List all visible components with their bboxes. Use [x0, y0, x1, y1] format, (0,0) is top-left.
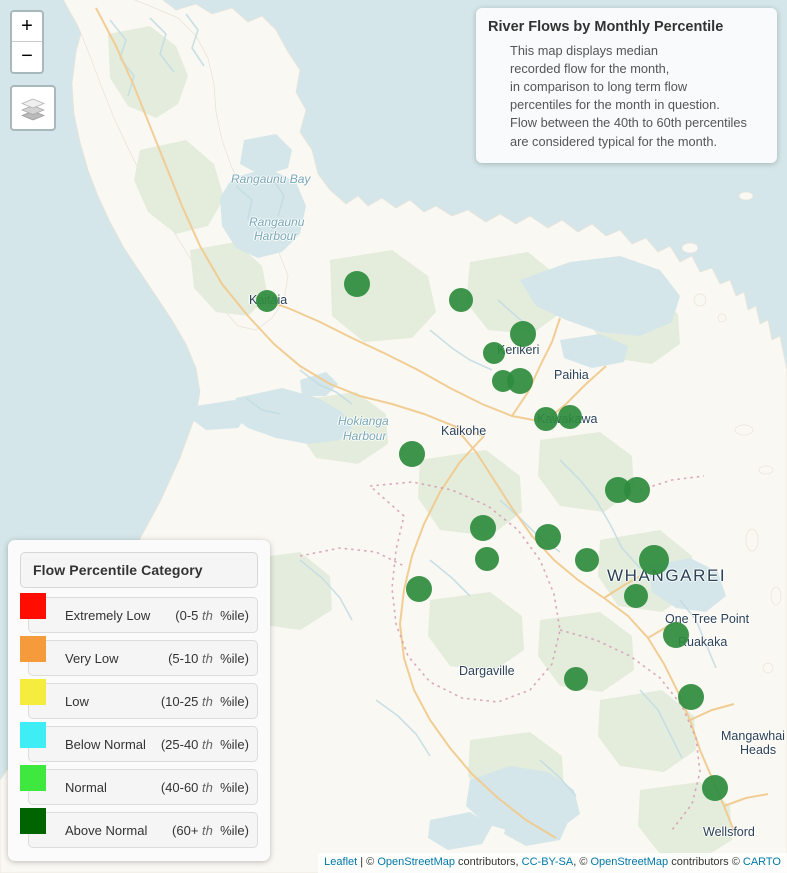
- legend-range-ordinal: th: [202, 822, 213, 838]
- legend-item-box: Extremely Low (0-5 th %ile): [28, 597, 258, 633]
- legend-range-value: (10-25: [160, 693, 203, 709]
- legend-item-box: Below Normal (25-40 th %ile): [28, 726, 258, 762]
- legend-item-box: Normal (40-60 th %ile): [28, 769, 258, 805]
- site-marker[interactable]: [624, 584, 648, 608]
- site-marker[interactable]: [564, 667, 588, 691]
- site-marker[interactable]: [470, 515, 496, 541]
- site-marker[interactable]: [702, 775, 728, 801]
- attribution-sep-2: , ©: [573, 856, 591, 869]
- legend-item-box: Low (10-25 th %ile): [28, 683, 258, 719]
- legend-range-ordinal: th: [202, 650, 213, 666]
- site-marker[interactable]: [406, 576, 432, 602]
- info-panel-body: This map displays median recorded flow fo…: [488, 42, 765, 151]
- site-marker[interactable]: [534, 407, 558, 431]
- legend-range-value: (40-60: [160, 779, 203, 795]
- legend-title: Flow Percentile Category: [33, 562, 203, 578]
- info-panel-line: recorded flow for the month,: [510, 61, 670, 76]
- legend-color-swatch: [20, 679, 46, 705]
- legend-range-unit: %ile): [212, 693, 249, 709]
- legend-row[interactable]: Below Normal (25-40 th %ile): [20, 722, 258, 765]
- site-marker[interactable]: [639, 545, 669, 575]
- zoom-in-button[interactable]: +: [12, 12, 42, 42]
- layers-icon: [21, 98, 45, 121]
- legend-item-range: (0-5 th %ile): [175, 608, 249, 623]
- leaflet-link[interactable]: Leaflet: [324, 856, 357, 868]
- legend-row[interactable]: Very Low (5-10 th %ile): [20, 636, 258, 679]
- legend-color-swatch: [20, 722, 46, 748]
- legend-range-ordinal: th: [202, 693, 213, 709]
- info-panel-line: This map displays median: [510, 42, 658, 58]
- legend-item-range: (60+ th %ile): [172, 823, 249, 838]
- legend-row[interactable]: Above Normal (60+ th %ile): [20, 808, 258, 851]
- layers-control-button[interactable]: [10, 85, 56, 131]
- carto-link[interactable]: CARTO: [743, 856, 781, 868]
- legend-range-ordinal: th: [202, 607, 213, 623]
- legend-color-swatch: [20, 808, 46, 834]
- site-marker[interactable]: [507, 368, 533, 394]
- legend-item-label: Normal: [65, 779, 107, 795]
- info-panel-line: percentiles for the month in question.: [510, 97, 720, 113]
- legend-range-unit: %ile): [212, 736, 249, 752]
- site-marker[interactable]: [663, 622, 689, 648]
- legend-row[interactable]: Normal (40-60 th %ile): [20, 765, 258, 808]
- info-panel-line: are considered typical for the month.: [510, 133, 717, 149]
- info-panel-line: Flow between the 40th to 60th percentile…: [510, 115, 747, 131]
- site-marker[interactable]: [483, 342, 505, 364]
- legend-item-label: Above Normal: [65, 822, 148, 838]
- legend-range-unit: %ile): [212, 779, 249, 795]
- info-panel: River Flows by Monthly Percentile This m…: [476, 8, 777, 163]
- site-marker[interactable]: [678, 684, 704, 710]
- site-marker[interactable]: [344, 271, 370, 297]
- map-attribution[interactable]: Leaflet | © OpenStreetMap contributors, …: [318, 853, 787, 873]
- legend-color-swatch: [20, 636, 46, 662]
- site-marker[interactable]: [256, 290, 278, 312]
- legend-rows: Extremely Low (0-5 th %ile) Very Low (5-10 …: [16, 593, 262, 851]
- legend-range-ordinal: th: [202, 779, 213, 795]
- legend-color-swatch: [20, 765, 46, 791]
- legend-panel: Flow Percentile Category Extremely Low (0…: [8, 540, 270, 861]
- attribution-sep-1: |: [357, 856, 367, 869]
- legend-item-label: Extremely Low: [65, 607, 151, 623]
- legend-range-unit: %ile): [212, 607, 249, 623]
- legend-item-label: Below Normal: [65, 736, 146, 752]
- legend-range-value: (5-10: [168, 650, 203, 666]
- legend-color-swatch: [20, 593, 46, 619]
- attribution-copy-1: ©: [366, 856, 378, 869]
- legend-item-range: (40-60 th %ile): [161, 780, 249, 795]
- cc-by-sa-link[interactable]: CC-BY-SA: [522, 856, 574, 868]
- legend-range-value: (25-40: [160, 736, 203, 752]
- legend-title-box: Flow Percentile Category: [20, 552, 258, 588]
- leaflet-map[interactable]: Rangaunu BayRangaunuHarbourKaitaiaKerike…: [0, 0, 787, 873]
- legend-range-value: (60+: [172, 822, 203, 838]
- legend-item-box: Very Low (5-10 th %ile): [28, 640, 258, 676]
- legend-row[interactable]: Extremely Low (0-5 th %ile): [20, 593, 258, 636]
- attribution-contrib-2: contributors ©: [668, 856, 743, 869]
- osm-link-2[interactable]: OpenStreetMap: [590, 856, 668, 868]
- legend-row[interactable]: Low (10-25 th %ile): [20, 679, 258, 722]
- legend-item-label: Low: [65, 693, 89, 709]
- site-marker[interactable]: [449, 288, 473, 312]
- zoom-out-button[interactable]: −: [12, 42, 42, 72]
- legend-item-range: (10-25 th %ile): [161, 694, 249, 709]
- legend-item-box: Above Normal (60+ th %ile): [28, 812, 258, 848]
- legend-range-unit: %ile): [212, 822, 249, 838]
- legend-item-range: (25-40 th %ile): [161, 737, 249, 752]
- site-marker[interactable]: [475, 547, 499, 571]
- site-marker[interactable]: [510, 321, 536, 347]
- info-panel-title: River Flows by Monthly Percentile: [488, 19, 724, 35]
- site-marker[interactable]: [558, 405, 582, 429]
- attribution-contrib-1: contributors,: [455, 856, 522, 869]
- site-marker[interactable]: [624, 477, 650, 503]
- zoom-control[interactable]: + −: [10, 10, 44, 74]
- legend-range-value: (0-5: [175, 607, 203, 623]
- site-marker[interactable]: [535, 524, 561, 550]
- site-marker[interactable]: [575, 548, 599, 572]
- legend-range-ordinal: th: [202, 736, 213, 752]
- legend-item-label: Very Low: [65, 650, 119, 666]
- legend-item-range: (5-10 th %ile): [168, 651, 249, 666]
- site-marker[interactable]: [399, 441, 425, 467]
- osm-link-1[interactable]: OpenStreetMap: [377, 856, 455, 868]
- info-panel-line: in comparison to long term flow: [510, 79, 688, 95]
- legend-range-unit: %ile): [212, 650, 249, 666]
